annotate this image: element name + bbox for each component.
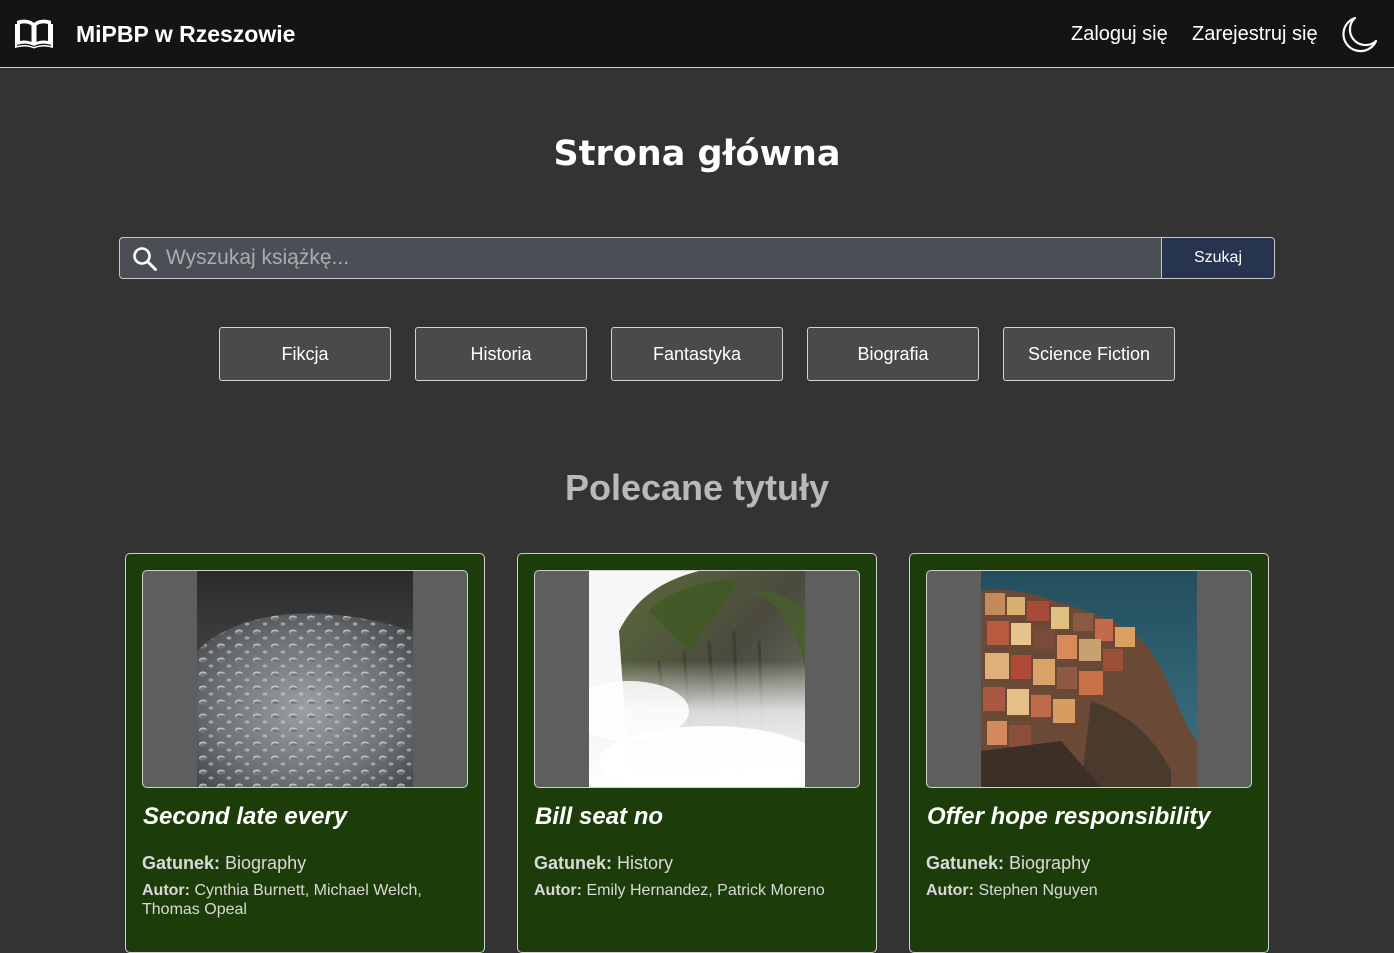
- search-icon: [133, 247, 157, 271]
- search-bar: Szukaj: [119, 237, 1275, 279]
- navbar: MiPBP w Rzeszowie Zaloguj się Zarejestru…: [0, 0, 1394, 68]
- book-genre-label: Gatunek:: [534, 853, 613, 873]
- book-author: Autor: Stephen Nguyen: [926, 881, 1236, 900]
- book-cover-frame: [926, 570, 1252, 788]
- book-title: Second late every: [143, 803, 348, 830]
- book-title: Bill seat no: [535, 803, 664, 830]
- page-title: Strona główna: [553, 134, 841, 174]
- misty-cliff-photo: [589, 571, 805, 787]
- genre-button-historia[interactable]: Historia: [415, 327, 587, 381]
- login-link[interactable]: Zaloguj się: [1071, 22, 1168, 46]
- genre-button-biografia[interactable]: Biografia: [807, 327, 979, 381]
- book-author-value: Stephen Nguyen: [978, 882, 1098, 899]
- book-cover-frame: [142, 570, 468, 788]
- book-title: Offer hope responsibility: [927, 803, 1211, 830]
- genre-button-fantastyka[interactable]: Fantastyka: [611, 327, 783, 381]
- register-link[interactable]: Zarejestruj się: [1192, 22, 1318, 46]
- water-droplets-photo: [197, 571, 413, 787]
- book-cover-frame: [534, 570, 860, 788]
- book-author-label: Autor:: [142, 882, 190, 899]
- search-button[interactable]: Szukaj: [1161, 238, 1274, 278]
- genre-button-science-fiction[interactable]: Science Fiction: [1003, 327, 1175, 381]
- cliffside-village-photo: [981, 571, 1197, 787]
- search-input[interactable]: [166, 238, 1160, 278]
- book-author-label: Autor:: [534, 882, 582, 899]
- book-genre-value: Biography: [225, 853, 307, 873]
- genre-filter-row: Fikcja Historia Fantastyka Biografia Sci…: [219, 327, 1175, 381]
- genre-button-fikcja[interactable]: Fikcja: [219, 327, 391, 381]
- book-genre: Gatunek: Biography: [926, 852, 1090, 874]
- book-card[interactable]: Second late every Gatunek: Biography Aut…: [125, 553, 485, 953]
- brand-name[interactable]: MiPBP w Rzeszowie: [76, 20, 295, 48]
- book-author: Autor: Emily Hernandez, Patrick Moreno: [534, 881, 844, 900]
- book-genre: Gatunek: Biography: [142, 852, 306, 874]
- featured-section-title: Polecane tytuły: [564, 467, 830, 508]
- book-card[interactable]: Bill seat no Gatunek: History Autor: Emi…: [517, 553, 877, 953]
- book-genre-label: Gatunek:: [142, 853, 221, 873]
- book-genre: Gatunek: History: [534, 852, 673, 874]
- book-author-label: Autor:: [926, 882, 974, 899]
- book-genre-value: History: [617, 853, 674, 873]
- book-genre-value: Biography: [1009, 853, 1091, 873]
- book-genre-label: Gatunek:: [926, 853, 1005, 873]
- moon-icon[interactable]: [1340, 14, 1380, 54]
- book-author: Autor: Cynthia Burnett, Michael Welch, T…: [142, 881, 432, 919]
- book-card[interactable]: Offer hope responsibility Gatunek: Biogr…: [909, 553, 1269, 953]
- open-book-icon[interactable]: [15, 17, 53, 49]
- book-author-value: Emily Hernandez, Patrick Moreno: [586, 882, 825, 899]
